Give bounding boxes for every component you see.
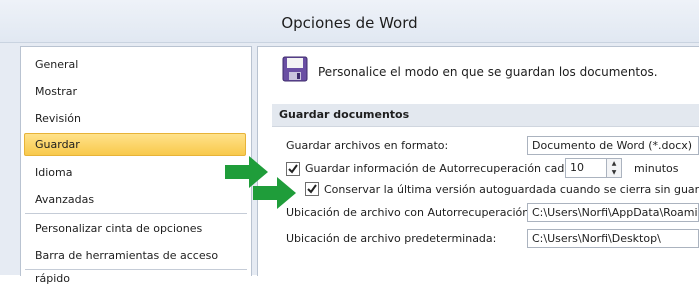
keep-last-version-label: Conservar la última versión autoguardada… — [324, 183, 699, 196]
sidebar-item-idioma[interactable]: Idioma — [25, 161, 245, 184]
autorecover-checkbox[interactable] — [286, 162, 300, 176]
autorecover-location-input[interactable]: C:\Users\Norfi\AppData\Roaming — [527, 203, 699, 222]
checkmark-icon — [307, 184, 317, 194]
sidebar-item-avanzadas[interactable]: Avanzadas — [25, 188, 245, 211]
window-title: Opciones de Word — [281, 14, 418, 32]
default-location-label: Ubicación de archivo predeterminada: — [286, 232, 497, 245]
sidebar-divider — [25, 213, 247, 214]
minutes-label: minutos — [634, 162, 679, 175]
section-title: Guardar documentos — [279, 108, 410, 121]
default-location-input[interactable]: C:\Users\Norfi\Desktop\ — [527, 229, 699, 248]
autorecover-minutes-input[interactable]: 10 — [565, 158, 607, 178]
format-label: Guardar archivos en formato: — [286, 139, 449, 152]
format-dropdown[interactable]: Documento de Word (*.docx) — [527, 136, 699, 155]
sidebar-item-revision[interactable]: Revisión — [25, 107, 245, 130]
sidebar-item-mostrar[interactable]: Mostrar — [25, 80, 245, 103]
sidebar-item-guardar[interactable]: Guardar — [24, 133, 246, 156]
autorecover-label: Guardar información de Autorrecuperación… — [305, 162, 572, 175]
spin-up-icon[interactable]: ▲ — [607, 159, 621, 168]
title-bar: Opciones de Word — [0, 0, 699, 43]
sidebar-item-personalizar-cinta[interactable]: Personalizar cinta de opciones — [25, 217, 245, 240]
arrow-right-icon — [253, 177, 296, 209]
spin-down-icon[interactable]: ▼ — [607, 168, 621, 177]
minutes-spinner[interactable]: ▲ ▼ — [606, 158, 622, 178]
sidebar: General Mostrar Revisión Guardar Idioma … — [20, 46, 252, 285]
page-intro-text: Personalice el modo en que se guardan lo… — [318, 65, 658, 79]
sidebar-item-barra-acceso-rapido[interactable]: Barra de herramientas de acceso rápido — [25, 244, 245, 285]
autorecover-location-label: Ubicación de archivo con Autorrecuperaci… — [286, 206, 533, 219]
floppy-disk-icon — [282, 56, 308, 82]
keep-last-version-checkbox[interactable] — [305, 182, 319, 196]
sidebar-divider — [25, 269, 247, 270]
checkmark-icon — [288, 164, 298, 174]
sidebar-item-general[interactable]: General — [25, 53, 245, 76]
section-header: Guardar documentos — [272, 104, 699, 127]
